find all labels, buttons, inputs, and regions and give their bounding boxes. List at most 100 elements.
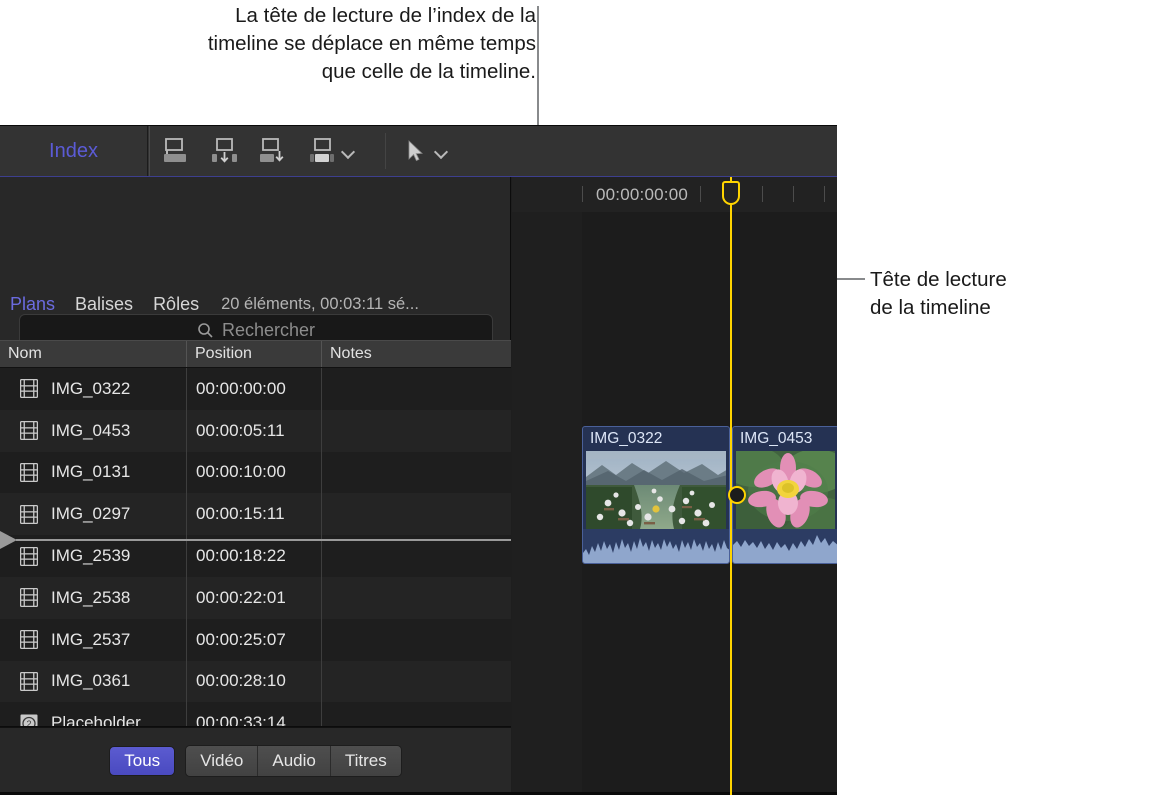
overwrite-clip-icon xyxy=(307,136,338,166)
filter-button-group: Vidéo Audio Titres xyxy=(185,745,402,777)
search-icon xyxy=(197,322,214,339)
table-row[interactable]: IMG_029700:00:15:11 xyxy=(0,493,511,535)
cell-notes xyxy=(321,368,511,410)
table-row[interactable]: IMG_045300:00:05:11 xyxy=(0,410,511,452)
cell-position: 00:00:28:10 xyxy=(186,661,321,703)
table-header-row: Nom Position Notes xyxy=(0,340,511,368)
film-strip-icon xyxy=(20,672,38,691)
ruler-tick xyxy=(793,186,794,202)
row-name: IMG_0361 xyxy=(51,671,130,691)
cell-position: 00:00:18:22 xyxy=(186,535,321,577)
cell-nom: IMG_2539 xyxy=(0,535,186,577)
ruler-tick xyxy=(582,186,583,202)
filter-button-tous[interactable]: Tous xyxy=(109,746,175,776)
cell-position: 00:00:25:07 xyxy=(186,619,321,661)
cell-position: 00:00:05:11 xyxy=(186,410,321,452)
cell-nom: IMG_2537 xyxy=(0,619,186,661)
cell-nom: IMG_0322 xyxy=(0,368,186,410)
overwrite-clip-button[interactable] xyxy=(307,136,354,166)
river-boats-image xyxy=(586,451,726,529)
timeline-toolbar: Index xyxy=(0,125,837,177)
connect-clip-button[interactable] xyxy=(160,136,191,166)
row-name: IMG_2537 xyxy=(51,630,130,650)
column-header-position[interactable]: Position xyxy=(186,341,321,367)
table-row[interactable]: IMG_0131 00:00:10:00 xyxy=(0,452,511,494)
timeline-timecode: 00:00:00:00 xyxy=(596,185,688,205)
column-header-nom[interactable]: Nom xyxy=(0,341,186,367)
row-name: IMG_2539 xyxy=(51,546,130,566)
append-clip-button[interactable] xyxy=(258,136,289,166)
cell-notes xyxy=(321,410,511,452)
film-strip-icon xyxy=(20,505,38,524)
film-strip-icon xyxy=(20,547,38,566)
table-row[interactable]: IMG_0361 00:00:28:10 xyxy=(0,661,511,703)
table-row[interactable]: IMG_2539 00:00:18:22 xyxy=(0,535,511,577)
row-name: IMG_2538 xyxy=(51,588,130,608)
timeline-area[interactable]: 00:00:00:00 xyxy=(512,177,837,795)
timeline-clip[interactable]: IMG_0322 xyxy=(582,426,730,564)
annotation-timeline-playhead: Tête de lecture de la timeline xyxy=(870,266,1160,322)
cell-notes xyxy=(321,535,511,577)
clip-thumbnail xyxy=(736,451,835,529)
timeline-index-button[interactable]: Index xyxy=(0,126,148,176)
cell-notes xyxy=(321,452,511,494)
film-strip-icon xyxy=(20,630,38,649)
clip-thumbnail xyxy=(586,451,726,529)
timeline-left-gutter xyxy=(512,177,582,795)
playhead-handle[interactable] xyxy=(722,181,740,205)
toolbar-separator xyxy=(149,126,150,176)
playhead-skimmer-dot[interactable] xyxy=(728,486,746,504)
tab-plans[interactable]: Plans xyxy=(0,294,65,315)
index-table-body: IMG_032200:00:00:00IMG_045300:00:05:11IM… xyxy=(0,368,511,726)
cell-notes xyxy=(321,619,511,661)
insert-clip-button[interactable] xyxy=(209,136,240,166)
clip-audio-waveform xyxy=(733,529,837,563)
cell-position: 00:00:00:00 xyxy=(186,368,321,410)
film-strip-icon xyxy=(20,588,38,607)
film-strip-icon xyxy=(20,379,38,398)
ruler-tick xyxy=(824,186,825,202)
filter-button-titres[interactable]: Titres xyxy=(331,746,401,776)
chevron-down-icon-2 xyxy=(435,145,447,157)
screenshot-root: La tête de lecture de l’index de la time… xyxy=(0,0,1170,795)
cell-notes xyxy=(321,661,511,703)
edit-buttons-group xyxy=(160,126,354,176)
filter-button-video[interactable]: Vidéo xyxy=(186,746,258,776)
tool-selector[interactable] xyxy=(405,126,447,176)
cell-nom: IMG_0361 xyxy=(0,661,186,703)
item-count-label: 20 éléments, 00:03:11 sé... xyxy=(221,295,419,314)
ruler-tick xyxy=(700,186,701,202)
timeline-clips: IMG_0322 xyxy=(582,426,837,564)
append-clip-icon xyxy=(258,136,289,166)
film-strip-icon xyxy=(20,421,38,440)
tab-balises[interactable]: Balises xyxy=(65,294,143,315)
column-header-notes[interactable]: Notes xyxy=(321,341,511,367)
tab-roles[interactable]: Rôles xyxy=(143,294,209,315)
timeline-ruler[interactable]: 00:00:00:00 xyxy=(512,177,837,212)
cell-nom: IMG_0131 xyxy=(0,452,186,494)
filter-button-audio[interactable]: Audio xyxy=(258,746,330,776)
clip-label: IMG_0453 xyxy=(740,430,812,448)
film-strip-icon xyxy=(20,463,38,482)
table-row[interactable]: IMG_2538 00:00:22:01 xyxy=(0,577,511,619)
cell-notes xyxy=(321,577,511,619)
table-row[interactable]: IMG_032200:00:00:00 xyxy=(0,368,511,410)
toolbar-separator-2 xyxy=(385,133,386,169)
cell-position: 00:00:22:01 xyxy=(186,577,321,619)
index-tabs: Plans Balises Rôles 20 éléments, 00:03:1… xyxy=(0,288,511,321)
cell-nom: IMG_0453 xyxy=(0,410,186,452)
clip-audio-waveform xyxy=(583,529,729,563)
waveform-icon xyxy=(733,529,837,563)
timeline-clip[interactable]: IMG_0453 xyxy=(732,426,837,564)
arrow-pointer-icon xyxy=(405,139,425,163)
final-cut-window: Index xyxy=(0,125,837,795)
timeline-index-panel: Rechercher Plans Balises Rôles 20 élémen… xyxy=(0,177,511,795)
cell-notes xyxy=(321,493,511,535)
cell-nom: IMG_2538 xyxy=(0,577,186,619)
timeline-playhead[interactable] xyxy=(730,177,732,795)
cell-position: 00:00:10:00 xyxy=(186,452,321,494)
row-name: IMG_0131 xyxy=(51,462,130,482)
lotus-flower-image xyxy=(736,451,835,529)
filter-bar-border xyxy=(0,727,511,728)
table-row[interactable]: IMG_2537 00:00:25:07 xyxy=(0,619,511,661)
